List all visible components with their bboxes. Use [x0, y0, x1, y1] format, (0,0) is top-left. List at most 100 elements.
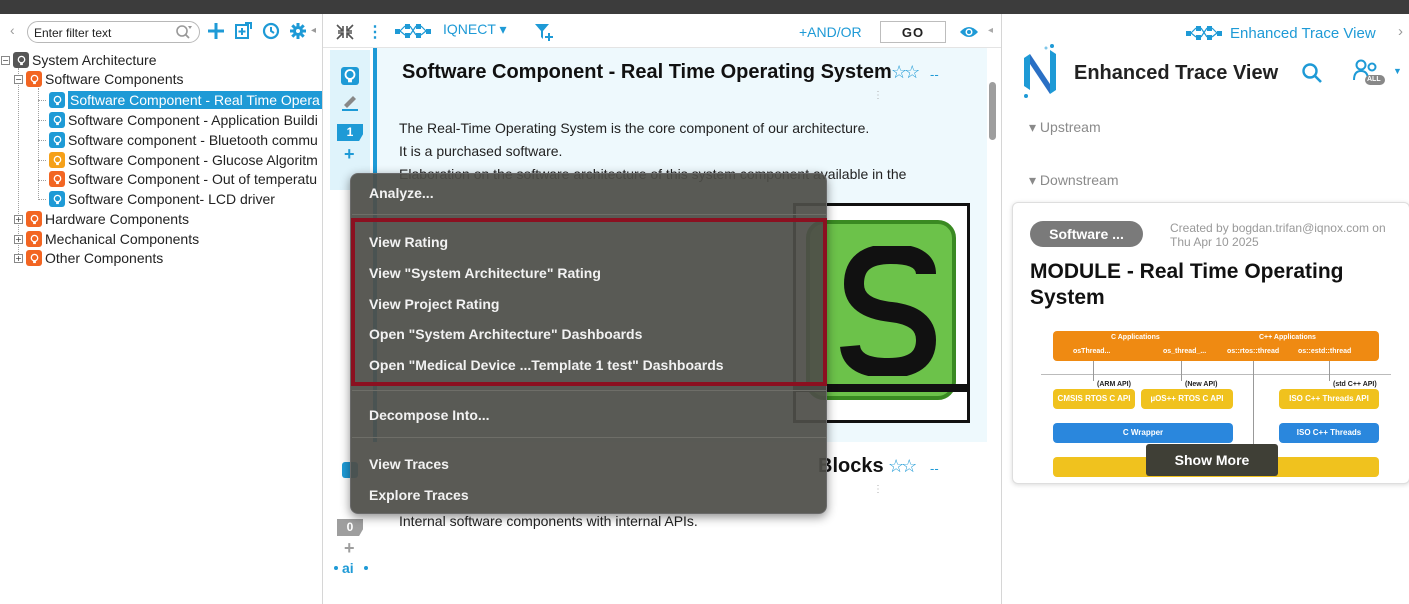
- component-title[interactable]: Blocks: [818, 455, 884, 478]
- expand-icon[interactable]: +: [14, 234, 23, 244]
- tree-item-label: Software Component - Glucose Algoritm: [68, 152, 318, 168]
- item-type-badge: Software ...: [1030, 221, 1143, 247]
- panel-arrow-icon[interactable]: ◂: [311, 25, 316, 36]
- add-item-icon[interactable]: [234, 22, 252, 40]
- tree-item-out-of-temperature[interactable]: Software Component - Out of temperatu: [49, 169, 317, 189]
- s-glyph-icon: [840, 246, 937, 376]
- drag-handle-icon[interactable]: ⋮: [873, 484, 883, 495]
- diagram-iso-threads-box: ISO C++ Threads: [1279, 423, 1379, 443]
- show-more-button[interactable]: Show More: [1146, 444, 1278, 476]
- dropdown-arrow-icon[interactable]: ▼: [1393, 66, 1402, 76]
- tree-item-bluetooth[interactable]: Software component - Bluetooth commu: [49, 130, 318, 150]
- upstream-section-toggle[interactable]: ▾ Upstream: [1029, 119, 1101, 136]
- tree-item-hardware-components[interactable]: + Hardware Components: [14, 209, 189, 229]
- diagram-connector: [1329, 361, 1330, 381]
- diagram-label: osThread...: [1073, 348, 1111, 355]
- downstream-section-toggle[interactable]: ▾ Downstream: [1029, 172, 1119, 189]
- filter-add-icon[interactable]: [534, 22, 554, 42]
- trace-count-badge[interactable]: 0: [337, 519, 363, 536]
- created-info: Created by bogdan.trifan@iqnox.com on Th…: [1170, 221, 1386, 249]
- lightbulb-icon: [26, 71, 42, 87]
- menu-item-view-system-architecture-rating[interactable]: View "System Architecture" Rating: [369, 265, 601, 281]
- trace-view-tab-title[interactable]: Enhanced Trace View: [1230, 25, 1376, 42]
- diagram-label: os_thread_...: [1163, 348, 1207, 355]
- filter-input[interactable]: [34, 25, 174, 40]
- diagram-apps-layer: [1053, 331, 1379, 361]
- tree-item-label: Other Components: [45, 250, 164, 266]
- menu-item-open-system-architecture-dashboards[interactable]: Open "System Architecture" Dashboards: [369, 326, 642, 342]
- tree-item-other-components[interactable]: + Other Components: [14, 248, 163, 268]
- chevron-right-icon[interactable]: ›: [1398, 23, 1403, 40]
- history-icon[interactable]: [262, 22, 280, 40]
- add-child-icon[interactable]: +: [344, 144, 355, 165]
- diagram-iso-api-box: ISO C++ Threads API: [1279, 389, 1379, 409]
- collapse-panel-icon[interactable]: ‹: [10, 22, 15, 38]
- component-description-line: Internal software components with intern…: [399, 513, 698, 529]
- lightbulb-icon: [26, 211, 42, 227]
- eye-icon[interactable]: [959, 25, 979, 39]
- filter-box[interactable]: [27, 21, 200, 43]
- menu-item-explore-traces[interactable]: Explore Traces: [369, 487, 469, 503]
- search-icon[interactable]: [1301, 62, 1323, 84]
- ai-icon[interactable]: ai: [333, 560, 369, 576]
- component-description-line: It is a purchased software.: [399, 143, 563, 159]
- collapse-icon[interactable]: −: [14, 74, 23, 84]
- lightbulb-icon: [49, 171, 65, 187]
- diagram-uos-box: µOS++ RTOS C API: [1141, 389, 1233, 409]
- menu-separator: [352, 390, 827, 391]
- diagram-connector: [1093, 361, 1094, 381]
- scrollbar-thumb[interactable]: [989, 82, 996, 140]
- trace-view-panel: Enhanced Trace View › Enhanced Trace Vie…: [1001, 14, 1409, 604]
- tree-item-software-components[interactable]: − Software Components: [14, 69, 184, 89]
- expand-icon[interactable]: +: [14, 214, 23, 224]
- panel-arrow-icon[interactable]: ◂: [988, 25, 993, 36]
- add-child-icon[interactable]: +: [344, 538, 355, 559]
- lightbulb-icon: [13, 52, 29, 68]
- tree-item-application-building[interactable]: Software Component - Application Buildi: [49, 110, 318, 130]
- component-title[interactable]: Software Component - Real Time Operating…: [402, 61, 892, 84]
- edit-icon[interactable]: [341, 92, 359, 112]
- and-or-button[interactable]: +AND/OR: [799, 24, 862, 40]
- tree-item-label: Hardware Components: [45, 211, 189, 227]
- collapse-all-icon[interactable]: [335, 23, 355, 41]
- diagram-label: (std C++ API): [1333, 381, 1377, 388]
- trace-count-badge[interactable]: 1: [337, 124, 363, 141]
- document-toolbar: ⋮ IQNECT ▾ +AND/OR GO ◂: [323, 14, 1001, 48]
- menu-item-decompose-into[interactable]: Decompose Into...: [369, 407, 490, 423]
- project-dropdown[interactable]: IQNECT ▾: [443, 21, 507, 38]
- menu-item-view-project-rating[interactable]: View Project Rating: [369, 296, 499, 312]
- tree-item-label: Software component - Bluetooth commu: [68, 132, 318, 148]
- gear-icon[interactable]: [289, 22, 307, 40]
- tree-item-lcd-driver[interactable]: Software Component- LCD driver: [49, 189, 275, 209]
- tree-item-label: System Architecture: [32, 52, 157, 68]
- diagram-label: os::estd::thread: [1298, 348, 1352, 355]
- menu-item-view-rating[interactable]: View Rating: [369, 234, 448, 250]
- add-icon[interactable]: [207, 22, 225, 40]
- tree-item-mechanical-components[interactable]: + Mechanical Components: [14, 229, 199, 249]
- rating-value: --: [930, 461, 939, 476]
- drag-handle-icon[interactable]: ⋮: [873, 90, 883, 101]
- go-button[interactable]: GO: [880, 21, 946, 43]
- menu-item-analyze[interactable]: Analyze...: [369, 185, 434, 201]
- kebab-menu-icon[interactable]: ⋮: [367, 22, 383, 42]
- tree-toolbar: ‹ ◂: [0, 14, 322, 48]
- menu-item-view-traces[interactable]: View Traces: [369, 456, 449, 472]
- rating-stars[interactable]: ☆☆: [888, 456, 917, 477]
- menu-item-open-medical-device-dashboards[interactable]: Open "Medical Device ...Template 1 test"…: [369, 357, 724, 373]
- tree-item-label: Software Component- LCD driver: [68, 191, 275, 207]
- rating-stars[interactable]: ☆☆: [891, 62, 920, 83]
- lightbulb-icon: [26, 231, 42, 247]
- diagram-label: (New API): [1185, 381, 1218, 388]
- tree-item-glucose-algorithm[interactable]: Software Component - Glucose Algoritm: [49, 150, 318, 170]
- expand-icon[interactable]: +: [14, 253, 23, 263]
- tree-item-system-architecture[interactable]: − System Architecture: [1, 50, 157, 70]
- collapse-icon[interactable]: −: [1, 55, 10, 65]
- component-type-icon: [341, 67, 359, 85]
- diagram-label: (ARM API): [1097, 381, 1131, 388]
- svg-text:ai: ai: [342, 560, 354, 576]
- tree-item-label: Mechanical Components: [45, 231, 200, 247]
- trace-card[interactable]: Software ... Created by bogdan.trifan@iq…: [1012, 202, 1409, 484]
- module-title[interactable]: MODULE - Real Time Operating System: [1030, 259, 1400, 311]
- tree-item-rtos[interactable]: Software Component - Real Time Opera: [49, 90, 322, 110]
- search-filter-icon[interactable]: [175, 24, 193, 40]
